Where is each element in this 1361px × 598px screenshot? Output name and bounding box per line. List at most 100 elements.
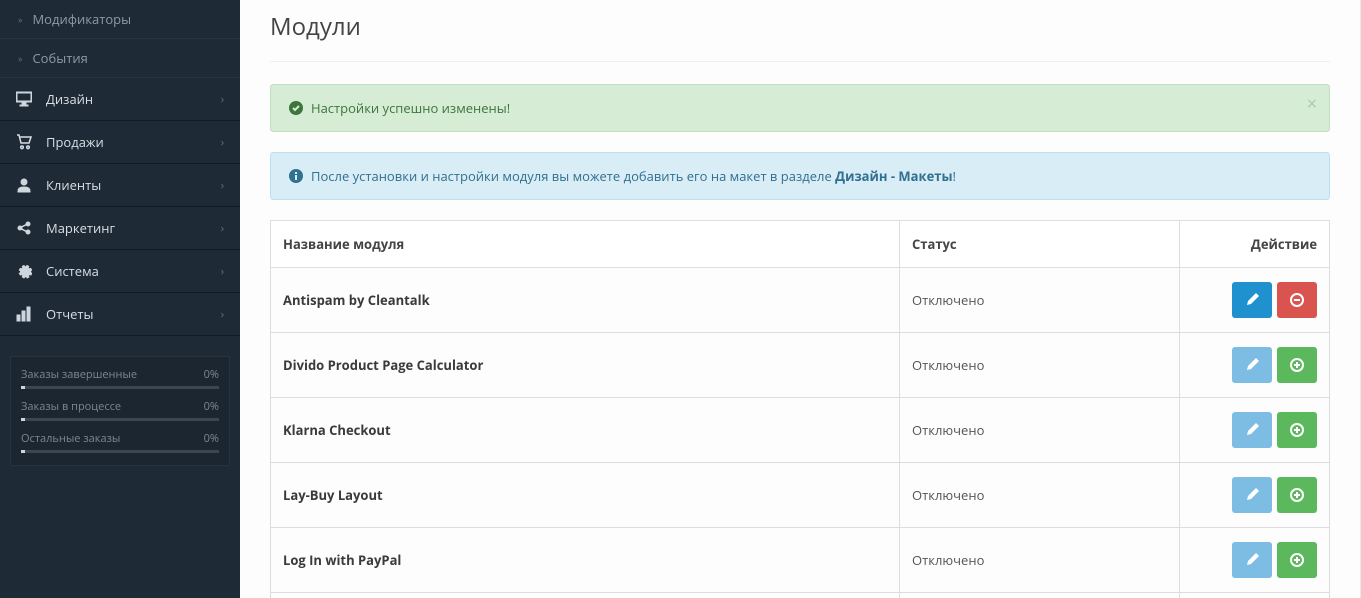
progress-row: Заказы завершенные 0% [21,367,219,389]
chevron-double-icon: » [18,13,22,26]
module-status: Отключено [900,333,1180,398]
module-name: Divido Product Page Calculator [271,333,900,398]
page-title: Модули [270,0,1330,62]
sidebar-item-label: Система [46,262,99,280]
install-button[interactable] [1277,347,1317,383]
alert-close-button[interactable]: × [1307,95,1317,113]
sidebar-subitem-label: События [32,49,87,67]
sidebar-item[interactable]: Клиенты › [0,164,240,207]
module-name: Login with Amazon [271,593,900,598]
sidebar-item-label: Дизайн [46,90,93,108]
module-actions [1180,333,1330,398]
pencil-icon [1245,553,1259,567]
module-name: Lay-Buy Layout [271,463,900,528]
info-circle-icon [289,169,303,183]
module-actions [1180,528,1330,593]
chevron-right-icon: › [221,221,224,236]
chevron-right-icon: › [221,135,224,150]
table-row: Divido Product Page Calculator Отключено [271,333,1330,398]
sidebar-item[interactable]: Маркетинг › [0,207,240,250]
modules-table: Название модуля Статус Действие Antispam… [270,220,1330,598]
table-row: Login with Amazon Отключено [271,593,1330,598]
sidebar-item[interactable]: Система › [0,250,240,293]
desktop-icon [16,91,32,107]
col-action: Действие [1180,221,1330,268]
edit-button[interactable] [1232,542,1272,578]
edit-button[interactable] [1232,412,1272,448]
progress-value: 0% [204,431,219,446]
cart-icon [16,134,32,150]
sidebar-item-label: Клиенты [46,176,101,194]
module-actions [1180,398,1330,463]
module-name: Log In with PayPal [271,528,900,593]
table-row: Klarna Checkout Отключено [271,398,1330,463]
module-actions [1180,593,1330,598]
module-status: Отключено [900,593,1180,598]
module-status: Отключено [900,268,1180,333]
chart-icon [16,306,32,322]
sidebar-subitem-label: Модификаторы [32,10,131,28]
minus-circle-icon [1290,293,1304,307]
progress-value: 0% [204,367,219,382]
module-actions [1180,268,1330,333]
install-button[interactable] [1277,477,1317,513]
chevron-double-icon: » [18,52,22,65]
user-icon [16,177,32,193]
chevron-right-icon: › [221,92,224,107]
chevron-right-icon: › [221,307,224,322]
gear-icon [16,263,32,279]
chevron-right-icon: › [221,264,224,279]
plus-circle-icon [1290,358,1304,372]
sidebar-item-label: Маркетинг [46,219,115,237]
module-status: Отключено [900,528,1180,593]
alert-success-text: Настройки успешно изменены! [311,99,510,117]
progress-label: Заказы в процессе [21,399,121,414]
module-actions [1180,463,1330,528]
progress-bar [21,386,219,389]
progress-row: Остальные заказы 0% [21,431,219,453]
edit-button[interactable] [1232,347,1272,383]
pencil-icon [1245,423,1259,437]
sidebar-subitem[interactable]: » Модификаторы [0,0,240,39]
progress-label: Заказы завершенные [21,367,137,382]
sidebar-item[interactable]: Отчеты › [0,293,240,336]
main-content: Модули Настройки успешно изменены! × Пос… [240,0,1361,598]
sidebar-subitem[interactable]: » События [0,39,240,78]
col-name[interactable]: Название модуля [271,221,900,268]
module-status: Отключено [900,463,1180,528]
sidebar-item-label: Продажи [46,133,104,151]
progress-label: Остальные заказы [21,431,120,446]
col-status[interactable]: Статус [900,221,1180,268]
chevron-right-icon: › [221,178,224,193]
install-button[interactable] [1277,412,1317,448]
alert-info-text: После установки и настройки модуля вы мо… [311,167,956,185]
pencil-icon [1245,358,1259,372]
order-progress-box: Заказы завершенные 0% Заказы в процессе … [10,356,230,466]
progress-bar [21,450,219,453]
sidebar-item-label: Отчеты [46,305,94,323]
progress-value: 0% [204,399,219,414]
install-button[interactable] [1277,542,1317,578]
edit-button[interactable] [1232,282,1272,318]
check-circle-icon [289,101,303,115]
alert-info: После установки и настройки модуля вы мо… [270,152,1330,200]
plus-circle-icon [1290,423,1304,437]
module-name: Antispam by Cleantalk [271,268,900,333]
sidebar-item[interactable]: Продажи › [0,121,240,164]
uninstall-button[interactable] [1277,282,1317,318]
share-icon [16,220,32,236]
plus-circle-icon [1290,488,1304,502]
module-status: Отключено [900,398,1180,463]
edit-button[interactable] [1232,477,1272,513]
table-row: Lay-Buy Layout Отключено [271,463,1330,528]
module-name: Klarna Checkout [271,398,900,463]
sidebar-item[interactable]: Дизайн › [0,78,240,121]
alert-success: Настройки успешно изменены! × [270,84,1330,132]
progress-row: Заказы в процессе 0% [21,399,219,421]
progress-bar [21,418,219,421]
plus-circle-icon [1290,553,1304,567]
table-row: Antispam by Cleantalk Отключено [271,268,1330,333]
table-row: Log In with PayPal Отключено [271,528,1330,593]
sidebar: » Модификаторы» События Дизайн › Продажи… [0,0,240,598]
pencil-icon [1245,488,1259,502]
